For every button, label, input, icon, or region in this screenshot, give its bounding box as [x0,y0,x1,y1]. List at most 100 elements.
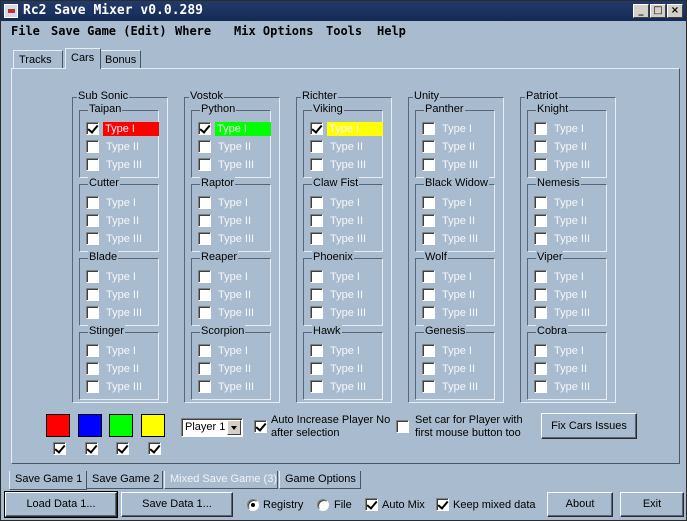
player-color-yellow[interactable] [141,414,165,437]
car-type-option[interactable]: Type I [422,195,490,210]
car-type-option[interactable]: Type I [310,343,378,358]
car-type-option[interactable]: Type II [534,361,602,376]
car-type-checkbox[interactable] [86,270,99,283]
car-type-checkbox[interactable] [198,288,211,301]
tab-tracks[interactable]: Tracks [13,50,63,69]
menu-help[interactable]: Help [377,24,406,38]
car-type-checkbox[interactable] [422,122,435,135]
player-color-blue-checkbox[interactable] [85,442,98,455]
car-type-option[interactable]: Type I [534,195,602,210]
car-type-option[interactable]: Type II [534,287,602,302]
about-button[interactable]: About [547,492,613,517]
car-type-checkbox[interactable] [534,122,547,135]
car-type-checkbox[interactable] [86,196,99,209]
car-type-option[interactable]: Type III [310,157,378,172]
car-type-checkbox[interactable] [422,306,435,319]
car-type-checkbox[interactable] [534,196,547,209]
minimize-button[interactable]: _ [633,4,649,18]
player-color-green-checkbox[interactable] [116,442,129,455]
car-type-checkbox[interactable] [310,306,323,319]
car-type-option[interactable]: Type II [310,213,378,228]
car-type-option[interactable]: Type I [198,269,266,284]
keep-mixed-data-checkbox[interactable] [436,498,449,511]
car-type-option[interactable]: Type III [422,231,490,246]
save-data-button[interactable]: Save Data 1... [121,492,233,517]
close-button[interactable]: × [667,4,683,18]
car-type-option[interactable]: Type II [198,139,266,154]
car-type-option[interactable]: Type II [86,213,154,228]
car-type-option[interactable]: Type I [534,121,602,136]
car-type-checkbox[interactable] [198,362,211,375]
car-type-option[interactable]: Type II [198,361,266,376]
car-type-option[interactable]: Type II [534,213,602,228]
car-type-checkbox[interactable] [86,344,99,357]
car-type-option[interactable]: Type III [534,379,602,394]
car-type-checkbox[interactable] [310,380,323,393]
car-type-option[interactable]: Type I [534,269,602,284]
car-type-checkbox[interactable] [534,214,547,227]
car-type-checkbox[interactable] [86,288,99,301]
tab-mixed-save-game[interactable]: Mixed Save Game (3) [164,471,278,489]
car-type-option[interactable]: Type III [422,157,490,172]
car-type-checkbox[interactable] [534,306,547,319]
car-type-checkbox[interactable] [310,362,323,375]
fix-cars-issues-button[interactable]: Fix Cars Issues [541,413,637,439]
car-type-checkbox[interactable] [422,288,435,301]
car-type-checkbox[interactable] [534,288,547,301]
car-type-checkbox[interactable] [422,362,435,375]
car-type-checkbox[interactable] [534,344,547,357]
car-type-checkbox[interactable] [422,270,435,283]
menu-save-game-edit[interactable]: Save Game (Edit) [51,24,167,38]
car-type-checkbox[interactable] [422,140,435,153]
registry-radio[interactable] [247,499,259,511]
car-type-checkbox[interactable] [534,140,547,153]
car-type-option[interactable]: Type III [86,379,154,394]
car-type-option[interactable]: Type III [534,231,602,246]
player-select[interactable]: Player 1 [181,418,243,437]
exit-button[interactable]: Exit [620,492,684,517]
car-type-checkbox[interactable] [86,232,99,245]
player-color-blue[interactable] [78,414,102,437]
car-type-checkbox[interactable] [86,380,99,393]
car-type-checkbox[interactable] [534,232,547,245]
car-type-option[interactable]: Type I [422,121,490,136]
car-type-checkbox[interactable] [310,344,323,357]
car-type-checkbox[interactable] [198,270,211,283]
car-type-checkbox[interactable] [534,362,547,375]
car-type-option[interactable]: Type II [198,213,266,228]
car-type-option[interactable]: Type I [534,343,602,358]
car-type-checkbox[interactable] [86,214,99,227]
car-type-option[interactable]: Type II [310,361,378,376]
car-type-option[interactable]: Type III [422,379,490,394]
menu-file[interactable]: File [11,24,40,38]
car-type-checkbox[interactable] [86,306,99,319]
car-type-checkbox[interactable] [534,380,547,393]
car-type-checkbox[interactable] [198,214,211,227]
car-type-option[interactable]: Type I [198,195,266,210]
car-type-option[interactable]: Type I [310,195,378,210]
set-car-mouse-checkbox[interactable] [396,420,409,433]
auto-mix-checkbox[interactable] [365,498,378,511]
car-type-checkbox[interactable] [422,380,435,393]
car-type-checkbox[interactable] [310,122,323,135]
car-type-option[interactable]: Type II [422,213,490,228]
car-type-checkbox[interactable] [86,122,99,135]
tab-save-game-2[interactable]: Save Game 2 [86,471,163,489]
player-color-red-checkbox[interactable] [53,442,66,455]
car-type-option[interactable]: Type II [86,361,154,376]
car-type-option[interactable]: Type III [310,305,378,320]
menu-tools[interactable]: Tools [326,24,362,38]
car-type-checkbox[interactable] [310,158,323,171]
car-type-option[interactable]: Type III [198,231,266,246]
car-type-option[interactable]: Type II [422,139,490,154]
title-bar[interactable]: Rc2 Save Mixer v0.0.289 _ □ × [1,1,686,21]
car-type-checkbox[interactable] [310,196,323,209]
car-type-option[interactable]: Type I [198,121,271,136]
app-icon[interactable] [4,4,18,18]
car-type-option[interactable]: Type II [422,361,490,376]
player-color-yellow-checkbox[interactable] [148,442,161,455]
player-color-green[interactable] [109,414,133,437]
car-type-option[interactable]: Type III [198,305,266,320]
car-type-checkbox[interactable] [422,232,435,245]
car-type-checkbox[interactable] [534,270,547,283]
